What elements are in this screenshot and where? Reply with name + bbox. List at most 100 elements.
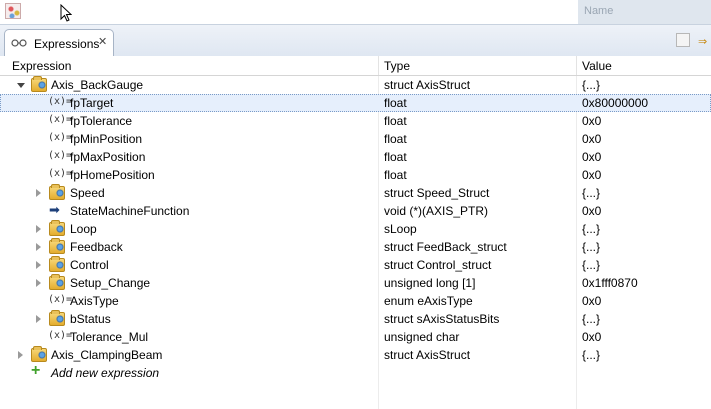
variable-icon: (x)= xyxy=(48,330,73,341)
add-expression-row[interactable]: + Add new expression xyxy=(0,362,711,382)
expand-chevron-icon[interactable] xyxy=(36,225,41,233)
expression-name: Loop xyxy=(70,222,97,236)
app-icon[interactable] xyxy=(5,3,21,19)
column-divider[interactable] xyxy=(378,56,379,75)
expand-chevron-icon[interactable] xyxy=(36,261,41,269)
expression-type: struct sAxisStatusBits xyxy=(384,312,500,326)
expression-value[interactable]: {...} xyxy=(582,258,600,272)
table-row[interactable]: Loop sLoop {...} xyxy=(0,220,711,238)
table-row[interactable]: (x)= fpMaxPosition float 0x0 xyxy=(0,148,711,166)
collapse-arrow-icon[interactable]: ⇒ xyxy=(698,35,707,48)
column-expression[interactable]: Expression xyxy=(12,59,71,73)
expression-value[interactable]: 0x0 xyxy=(582,150,601,164)
expression-value[interactable]: {...} xyxy=(582,348,600,362)
column-divider[interactable] xyxy=(576,56,577,75)
column-header: Expression Type Value xyxy=(0,56,711,76)
close-icon[interactable]: ✕ xyxy=(98,35,107,48)
table-row[interactable]: (x)= fpTolerance float 0x0 xyxy=(0,112,711,130)
expression-type: void (*)(AXIS_PTR) xyxy=(384,204,489,218)
expression-name: Feedback xyxy=(70,240,123,254)
struct-folder-icon xyxy=(31,346,47,362)
struct-folder-icon xyxy=(49,310,65,326)
table-row[interactable]: ➡ StateMachineFunction void (*)(AXIS_PTR) 0… xyxy=(0,202,711,220)
expression-type: sLoop xyxy=(384,222,417,236)
struct-folder-icon xyxy=(31,76,47,92)
table-row[interactable]: (x)= fpMinPosition float 0x0 xyxy=(0,130,711,148)
expression-value[interactable]: 0x0 xyxy=(582,294,601,308)
expand-chevron-icon[interactable] xyxy=(36,189,41,197)
variable-icon: (x)= xyxy=(48,132,73,143)
expression-type: struct Control_struct xyxy=(384,258,492,272)
expression-type: float xyxy=(384,150,407,164)
expand-chevron-icon[interactable] xyxy=(36,279,41,287)
table-row[interactable]: Feedback struct FeedBack_struct {...} xyxy=(0,238,711,256)
minimize-view-icon[interactable] xyxy=(676,33,690,47)
column-value[interactable]: Value xyxy=(582,59,612,73)
column-type[interactable]: Type xyxy=(384,59,410,73)
expression-value[interactable]: 0x0 xyxy=(582,114,601,128)
expression-type: enum eAxisType xyxy=(384,294,473,308)
expression-value[interactable]: {...} xyxy=(582,240,600,254)
expression-name: Speed xyxy=(70,186,105,200)
table-row[interactable]: Setup_Change unsigned long [1] 0x1fff0870 xyxy=(0,274,711,292)
tab-label: Expressions xyxy=(34,37,100,51)
background-name-label: Name xyxy=(584,5,614,17)
expand-chevron-icon[interactable] xyxy=(36,315,41,323)
expression-value[interactable]: 0x0 xyxy=(582,330,601,344)
table-row[interactable]: (x)= fpHomePosition float 0x0 xyxy=(0,166,711,184)
expression-value[interactable]: 0x80000000 xyxy=(582,96,648,110)
struct-folder-icon xyxy=(49,256,65,272)
expression-name: Control xyxy=(70,258,109,272)
table-row[interactable]: Control struct Control_struct {...} xyxy=(0,256,711,274)
table-row[interactable]: Axis_BackGauge struct AxisStruct {...} xyxy=(0,76,711,94)
table-row[interactable]: Speed struct Speed_Struct {...} xyxy=(0,184,711,202)
collapse-chevron-icon[interactable] xyxy=(17,83,25,88)
expression-value[interactable]: {...} xyxy=(582,222,600,236)
view-tab-bar: Expressions ✕ ⇒ xyxy=(0,24,711,57)
table-row[interactable]: bStatus struct sAxisStatusBits {...} xyxy=(0,310,711,328)
expression-type: float xyxy=(384,132,407,146)
expression-name: Axis_BackGauge xyxy=(51,78,144,92)
expression-type: struct FeedBack_struct xyxy=(384,240,507,254)
expression-type: float xyxy=(384,96,407,110)
expressions-tree: Axis_BackGauge struct AxisStruct {...} (x)=… xyxy=(0,76,711,409)
expression-value[interactable]: 0x0 xyxy=(582,204,601,218)
expression-name: fpMaxPosition xyxy=(70,150,146,164)
variable-icon: (x)= xyxy=(48,96,73,107)
add-icon: + xyxy=(31,362,41,379)
background-window-strip: Name xyxy=(578,0,711,24)
expression-value[interactable]: 0x0 xyxy=(582,168,601,182)
variable-icon: (x)= xyxy=(48,150,73,161)
table-row[interactable]: (x)= fpTarget float 0x80000000 xyxy=(0,94,711,112)
table-row[interactable]: (x)= AxisType enum eAxisType 0x0 xyxy=(0,292,711,310)
add-expression-label: Add new expression xyxy=(51,366,160,380)
expression-type: unsigned long [1] xyxy=(384,276,476,290)
mouse-cursor-icon xyxy=(60,4,72,22)
expression-type: unsigned char xyxy=(384,330,460,344)
variable-icon: (x)= xyxy=(48,294,73,305)
expression-name: bStatus xyxy=(70,312,111,326)
expression-name: Tolerance_Mul xyxy=(70,330,149,344)
expand-chevron-icon[interactable] xyxy=(18,351,23,359)
expression-value[interactable]: {...} xyxy=(582,186,600,200)
table-row[interactable]: (x)= Tolerance_Mul unsigned char 0x0 xyxy=(0,328,711,346)
expand-chevron-icon[interactable] xyxy=(36,243,41,251)
struct-folder-icon xyxy=(49,238,65,254)
expression-value[interactable]: 0x0 xyxy=(582,132,601,146)
expressions-view-icon xyxy=(11,39,27,47)
expression-name: AxisType xyxy=(70,294,119,308)
tab-expressions[interactable]: Expressions ✕ xyxy=(4,29,114,57)
view-toolbar: ⇒ xyxy=(676,33,711,49)
expression-name: fpHomePosition xyxy=(70,168,155,182)
expression-name: StateMachineFunction xyxy=(70,204,190,218)
title-bar: Name xyxy=(0,0,711,24)
struct-folder-icon xyxy=(49,220,65,236)
struct-folder-icon xyxy=(49,184,65,200)
expression-value[interactable]: {...} xyxy=(582,312,600,326)
table-row[interactable]: Axis_ClampingBeam struct AxisStruct {...} xyxy=(0,346,711,364)
expression-name: fpMinPosition xyxy=(70,132,143,146)
expression-value[interactable]: 0x1fff0870 xyxy=(582,276,638,290)
variable-icon: (x)= xyxy=(48,168,73,179)
expression-value[interactable]: {...} xyxy=(582,78,600,92)
pointer-arrow-icon: ➡ xyxy=(49,202,60,217)
